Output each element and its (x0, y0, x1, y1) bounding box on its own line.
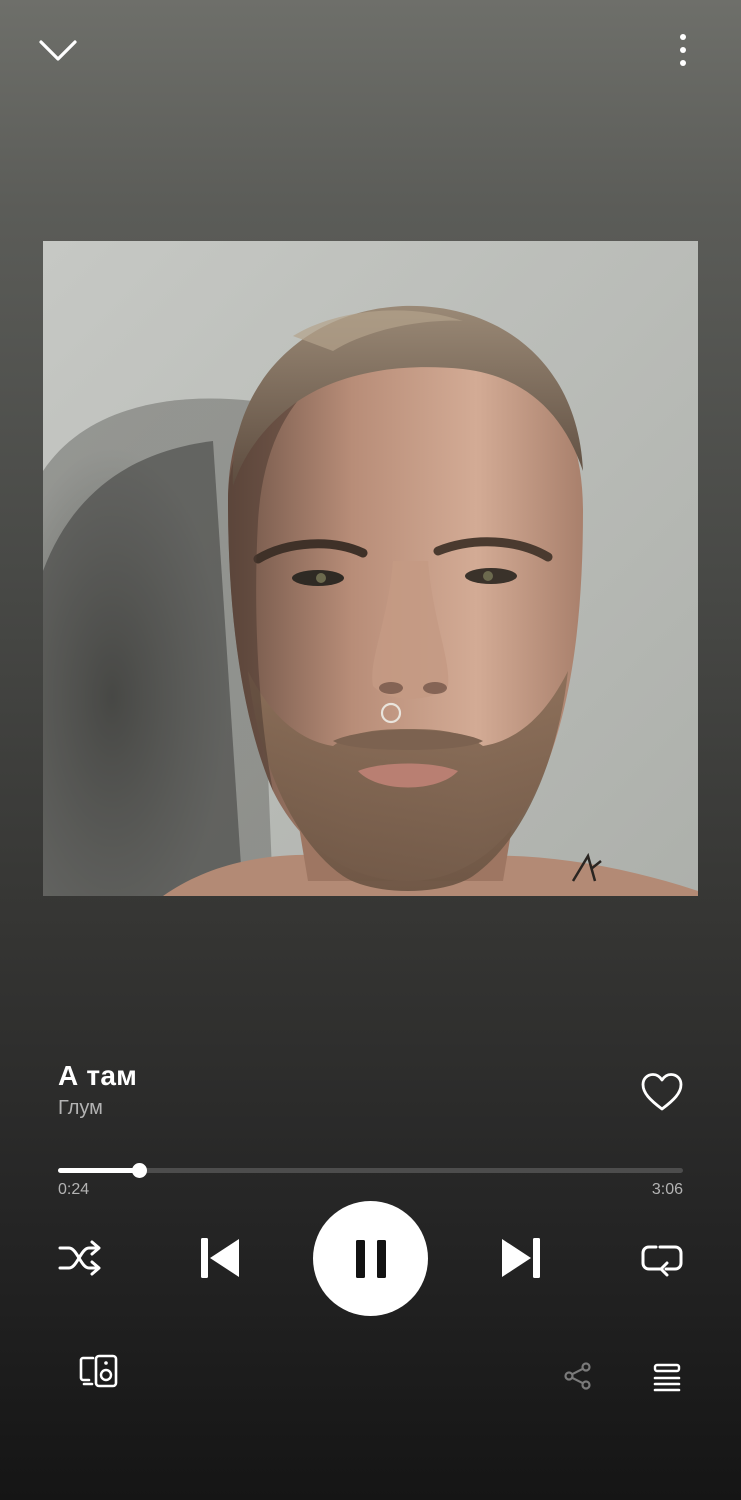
track-title[interactable]: А там (58, 1060, 137, 1092)
album-art-image (43, 241, 698, 896)
collapse-button[interactable] (30, 28, 86, 74)
next-button[interactable] (491, 1228, 551, 1288)
now-playing-screen: А там Глум 0:24 3:06 (0, 0, 741, 1500)
like-button[interactable] (634, 1064, 690, 1120)
share-button[interactable] (556, 1354, 600, 1398)
connect-device-button[interactable] (74, 1348, 124, 1394)
skip-next-icon (502, 1238, 540, 1278)
total-time: 3:06 (651, 1181, 683, 1198)
repeat-button[interactable] (634, 1230, 690, 1286)
chevron-down-icon (39, 40, 77, 61)
progress-bar[interactable] (58, 1163, 683, 1178)
connect-device-icon (79, 1354, 118, 1388)
queue-button[interactable] (644, 1354, 690, 1400)
pause-icon (355, 1239, 386, 1278)
track-artist[interactable]: Глум (58, 1097, 103, 1120)
shuffle-icon (58, 1240, 101, 1276)
progress-thumb[interactable] (131, 1163, 147, 1178)
previous-button[interactable] (190, 1228, 250, 1288)
pause-button[interactable] (313, 1201, 428, 1316)
heart-icon (641, 1073, 683, 1111)
skip-previous-icon (201, 1238, 239, 1278)
queue-icon (653, 1363, 681, 1392)
more-vertical-icon (680, 34, 686, 66)
elapsed-time: 0:24 (58, 1181, 90, 1198)
more-options-button[interactable] (660, 26, 706, 74)
repeat-icon (641, 1245, 683, 1277)
share-icon (564, 1362, 591, 1390)
progress-fill (58, 1168, 139, 1173)
album-art (43, 241, 698, 896)
shuffle-button[interactable] (52, 1230, 108, 1286)
